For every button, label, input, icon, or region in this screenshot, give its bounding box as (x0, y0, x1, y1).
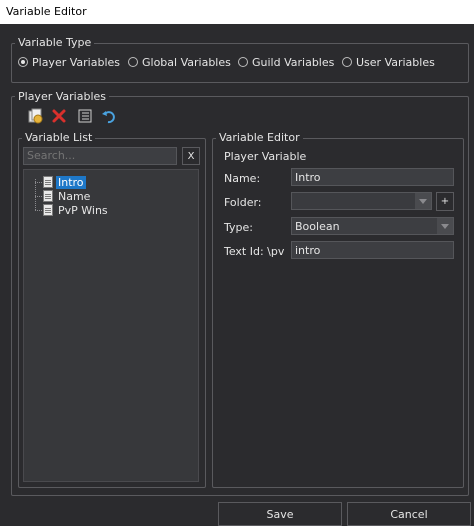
variable-type-legend: Variable Type (15, 37, 95, 49)
variable-list-legend: Variable List (22, 132, 96, 144)
tree-item-pvp-wins[interactable]: PvP Wins (43, 203, 110, 217)
type-label: Type: (224, 221, 253, 234)
add-folder-button[interactable]: + (436, 192, 454, 211)
radio-label: User Variables (356, 55, 435, 69)
undo-button[interactable] (100, 107, 118, 125)
tree-item-label: PvP Wins (58, 203, 108, 217)
cancel-button[interactable]: Cancel (347, 502, 471, 526)
tree-item-label: Name (58, 189, 91, 203)
variable-editor-legend: Variable Editor (216, 132, 303, 144)
save-button[interactable]: Save (218, 502, 342, 526)
variable-file-icon (43, 204, 53, 216)
name-label: Name: (224, 172, 261, 185)
editor-subtitle: Player Variable (224, 150, 307, 163)
variable-editor-group (212, 138, 464, 488)
list-icon (78, 109, 92, 123)
window-title: Variable Editor (6, 5, 87, 18)
radio-guild-variables[interactable]: Guild Variables (238, 55, 334, 69)
tree-item-label: Intro (56, 175, 86, 189)
delete-variable-button[interactable] (50, 107, 68, 125)
name-field[interactable]: Intro (291, 168, 454, 186)
tree-item-intro[interactable]: Intro (43, 175, 86, 189)
player-variables-legend: Player Variables (15, 91, 109, 103)
folder-dropdown[interactable] (291, 192, 432, 210)
radio-global-variables[interactable]: Global Variables (128, 55, 231, 69)
type-dropdown-toggle[interactable] (437, 218, 453, 234)
radio-indicator (128, 57, 138, 67)
delete-icon (52, 109, 66, 123)
radio-indicator (18, 57, 28, 67)
tree-line (35, 182, 42, 183)
tree-line (35, 179, 36, 210)
radio-indicator (238, 57, 248, 67)
window-titlebar: Variable Editor (0, 0, 474, 24)
variable-file-icon (43, 190, 53, 202)
folder-dropdown-toggle[interactable] (415, 193, 431, 209)
text-id-label: Text Id: \pv (224, 245, 285, 258)
tree-line (35, 196, 42, 197)
folder-label: Folder: (224, 196, 262, 209)
list-button[interactable] (76, 107, 94, 125)
radio-label: Guild Variables (252, 55, 335, 69)
variable-file-icon (43, 176, 53, 188)
radio-label: Global Variables (142, 55, 231, 69)
add-variable-button[interactable] (26, 107, 44, 125)
undo-icon (102, 111, 115, 124)
text-id-field[interactable]: intro (291, 241, 454, 259)
tree-line (35, 210, 42, 211)
chevron-down-icon (419, 198, 427, 204)
add-variable-icon (28, 108, 43, 124)
chevron-down-icon (441, 223, 449, 229)
clear-search-button[interactable]: X (182, 147, 200, 165)
radio-indicator (342, 57, 352, 67)
radio-user-variables[interactable]: User Variables (342, 55, 435, 69)
tree-item-name[interactable]: Name (43, 189, 92, 203)
type-dropdown[interactable]: Boolean (291, 217, 454, 235)
radio-label: Player Variables (32, 55, 120, 69)
search-input[interactable] (23, 147, 177, 165)
radio-player-variables[interactable]: Player Variables (18, 55, 120, 69)
